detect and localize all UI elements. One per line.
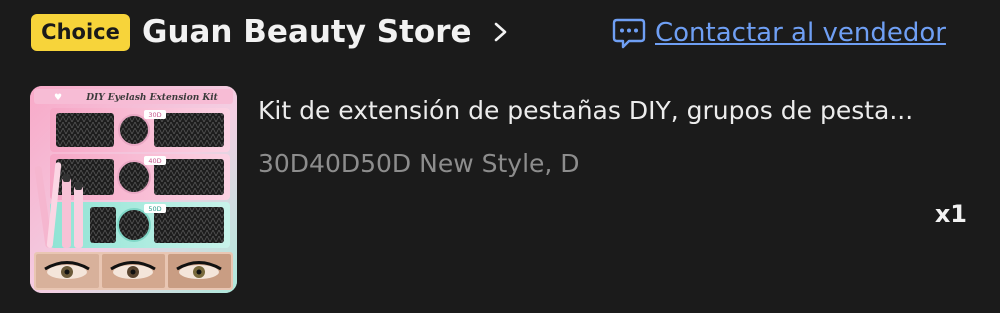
store-header: Choice Guan Beauty Store Contactar al ve… xyxy=(0,0,1000,64)
contact-seller-label: Contactar al vendedor xyxy=(655,18,946,48)
choice-badge: Choice xyxy=(31,14,130,51)
tray-label-bottom: 50D xyxy=(148,205,161,213)
store-name-link[interactable]: Guan Beauty Store xyxy=(142,12,472,52)
contact-seller-button[interactable]: Contactar al vendedor xyxy=(612,14,946,52)
product-title[interactable]: Kit de extensión de pestañas DIY, grupos… xyxy=(258,93,970,129)
tray-label-top: 30D xyxy=(148,111,161,119)
order-item-card: Choice Guan Beauty Store Contactar al ve… xyxy=(0,0,1000,313)
box-title-text: DIY Eyelash Extension Kit xyxy=(85,93,218,103)
product-thumbnail[interactable]: DIY Eyelash Extension Kit ♥ 30D 40D 50D xyxy=(30,86,237,293)
tray-label-mid: 40D xyxy=(148,157,161,165)
brand-mark: ♥ xyxy=(54,93,62,103)
chat-bubble-icon xyxy=(612,18,646,49)
product-image: DIY Eyelash Extension Kit ♥ 30D 40D 50D xyxy=(30,86,237,293)
chevron-right-icon[interactable] xyxy=(490,20,512,44)
product-quantity: x1 xyxy=(934,200,967,228)
product-variant: 30D40D50D New Style, D xyxy=(258,149,580,178)
